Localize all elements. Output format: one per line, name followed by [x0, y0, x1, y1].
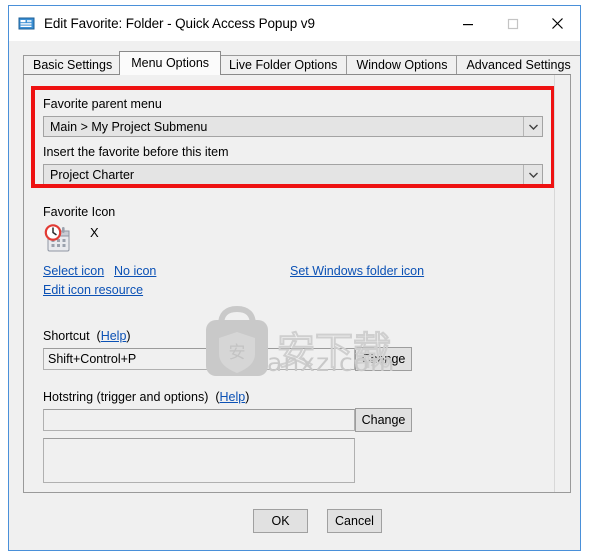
tab-advanced-settings[interactable]: Advanced Settings: [456, 55, 580, 75]
calendar-clock-icon[interactable]: [43, 223, 77, 255]
tab-content-panel: 安 安下载 anxz.com Favorite parent menu Main…: [23, 74, 571, 493]
cancel-button[interactable]: Cancel: [327, 509, 382, 533]
chevron-down-icon[interactable]: [523, 117, 542, 136]
parent-menu-dropdown[interactable]: Main > My Project Submenu: [43, 116, 543, 137]
tab-label: Advanced Settings: [466, 58, 571, 73]
insert-before-label: Insert the favorite before this item: [43, 145, 229, 159]
shortcut-help-wrap: (Help): [93, 329, 131, 343]
minimize-button[interactable]: [445, 6, 490, 41]
tab-basic-settings[interactable]: Basic Settings: [23, 55, 123, 75]
window-title: Edit Favorite: Folder - Quick Access Pop…: [44, 16, 315, 31]
edit-favorite-dialog: Edit Favorite: Folder - Quick Access Pop…: [8, 5, 581, 551]
tab-strip: Basic Settings Menu Options Live Folder …: [23, 51, 580, 75]
shortcut-label: Shortcut (Help): [43, 329, 131, 343]
insert-before-dropdown[interactable]: Project Charter: [43, 164, 543, 185]
tab-live-folder-options[interactable]: Live Folder Options: [219, 55, 348, 75]
maximize-button[interactable]: [490, 6, 535, 41]
tab-label: Live Folder Options: [229, 58, 338, 73]
shortcut-input[interactable]: Shift+Control+P: [43, 348, 355, 370]
panel-vertical-scrollbar[interactable]: [554, 75, 570, 492]
insert-before-value: Project Charter: [50, 167, 135, 182]
tab-label: Basic Settings: [33, 58, 113, 73]
chevron-down-icon[interactable]: [523, 165, 542, 184]
menu-options-pane: 安 安下载 anxz.com Favorite parent menu Main…: [24, 75, 554, 492]
tab-menu-options[interactable]: Menu Options: [119, 51, 222, 75]
remove-icon-button[interactable]: X: [90, 225, 99, 240]
hotstring-change-button[interactable]: Change: [355, 408, 412, 432]
parent-menu-value: Main > My Project Submenu: [50, 119, 208, 134]
hotstring-help-link[interactable]: Help: [219, 390, 245, 404]
hotstring-label-text: Hotstring (trigger and options): [43, 390, 209, 404]
parent-menu-label: Favorite parent menu: [43, 97, 162, 111]
title-bar: Edit Favorite: Folder - Quick Access Pop…: [9, 6, 580, 41]
shortcut-change-button[interactable]: Change: [355, 347, 412, 371]
edit-icon-resource-link[interactable]: Edit icon resource: [43, 283, 143, 297]
watermark-anxz: 安 安下载 anxz.com: [199, 288, 439, 388]
hotstring-help-wrap: (Help): [211, 390, 250, 404]
set-windows-folder-icon-link[interactable]: Set Windows folder icon: [290, 264, 424, 278]
favorite-icon-label: Favorite Icon: [43, 205, 116, 219]
hotstring-input[interactable]: [43, 409, 355, 431]
ok-button[interactable]: OK: [253, 509, 308, 533]
hotstring-options-textarea[interactable]: [43, 438, 355, 483]
shortcut-help-link[interactable]: Help: [101, 329, 127, 343]
tab-window-options[interactable]: Window Options: [346, 55, 458, 75]
tab-label: Menu Options: [131, 56, 210, 71]
app-window-icon: [18, 16, 36, 32]
no-icon-link[interactable]: No icon: [114, 264, 156, 278]
hotstring-label: Hotstring (trigger and options) (Help): [43, 390, 249, 404]
tab-label: Window Options: [356, 58, 448, 73]
shortcut-value: Shift+Control+P: [48, 352, 137, 366]
select-icon-link[interactable]: Select icon: [43, 264, 104, 278]
shortcut-label-text: Shortcut: [43, 329, 90, 343]
window-controls: [445, 6, 580, 41]
close-button[interactable]: [535, 6, 580, 41]
